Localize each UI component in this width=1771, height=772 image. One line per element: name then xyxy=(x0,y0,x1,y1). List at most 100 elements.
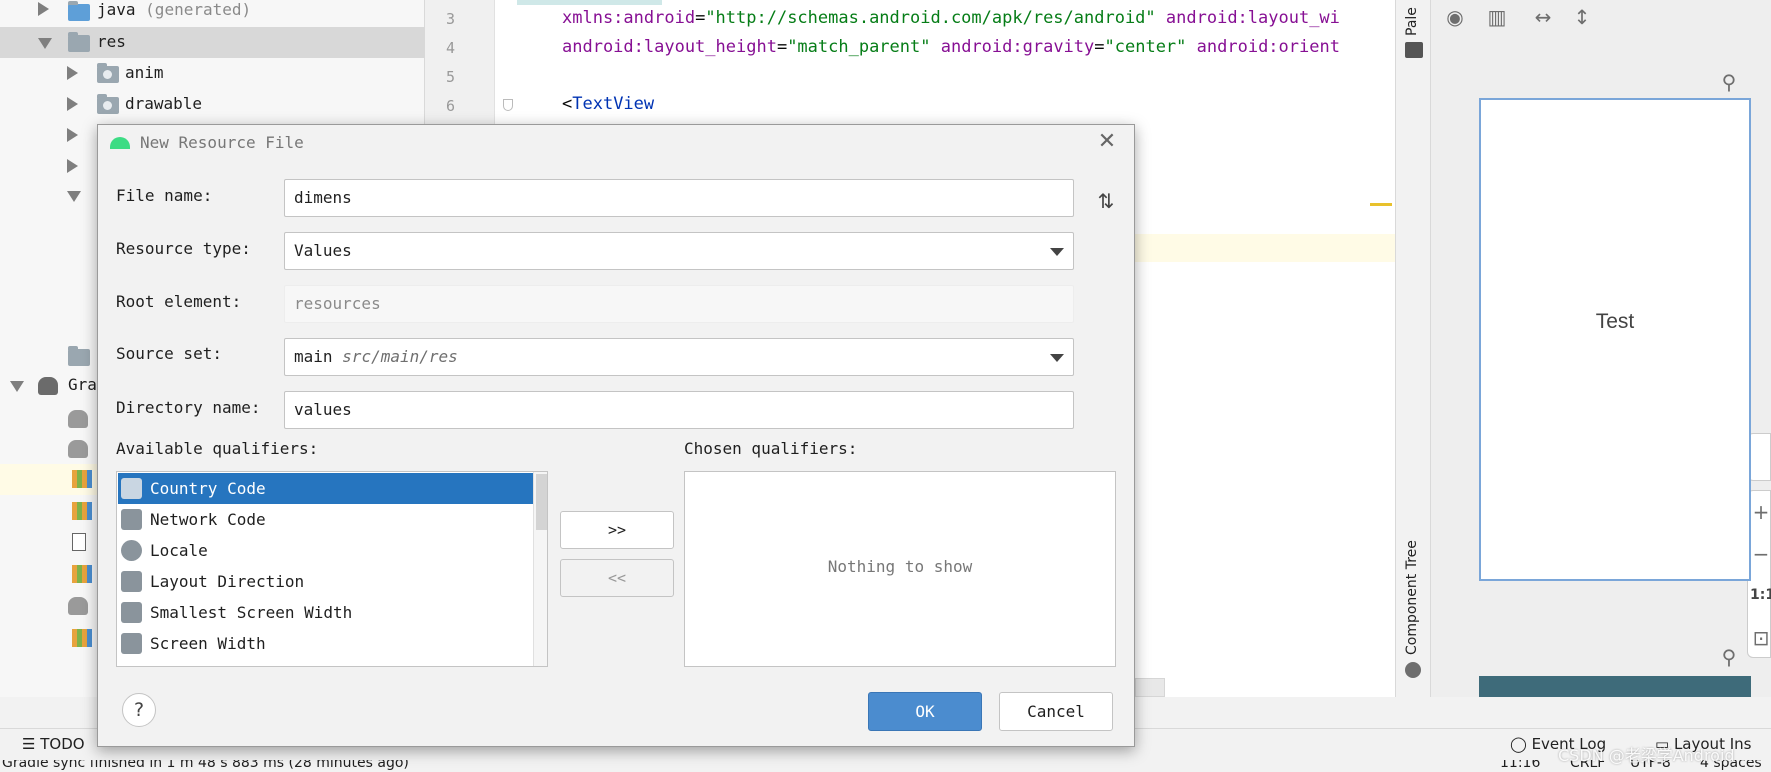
watermark: CSDN @老梁学Android xyxy=(1558,746,1735,765)
current-line-highlight xyxy=(1130,234,1395,262)
properties-file-icon xyxy=(72,502,92,520)
smallest-width-icon xyxy=(121,602,142,623)
caret-position[interactable]: 11:16 xyxy=(1500,760,1540,771)
preview-textview[interactable]: Test xyxy=(1481,310,1749,334)
tree-item-drawable[interactable]: drawable xyxy=(0,89,425,120)
source-set-select[interactable]: main src/main/res xyxy=(284,338,1074,376)
add-qualifier-button[interactable]: >> xyxy=(560,511,674,549)
source-set-value: main xyxy=(294,347,333,366)
list-item[interactable]: Network Code xyxy=(118,504,534,535)
expand-arrow-icon[interactable] xyxy=(67,159,78,173)
list-item[interactable]: Smallest Screen Width xyxy=(118,597,534,628)
pin-icon[interactable]: ⚲ xyxy=(1717,645,1741,669)
file-name-field[interactable]: dimens xyxy=(284,179,1074,217)
android-icon xyxy=(110,137,130,149)
ok-button[interactable]: OK xyxy=(868,692,982,731)
chosen-qualifiers-label: Chosen qualifiers: xyxy=(684,439,858,458)
source-set-path: src/main/res xyxy=(342,347,458,366)
chosen-qualifiers-list[interactable]: Nothing to show xyxy=(684,471,1116,667)
resource-type-value: Values xyxy=(294,241,352,260)
properties-file-icon xyxy=(72,565,92,583)
tree-item-label: Gra xyxy=(68,375,97,394)
component-tree-tab[interactable]: Component Tree xyxy=(1404,540,1420,655)
editor-scrollbar[interactable] xyxy=(1135,678,1165,697)
tree-item-label: anim xyxy=(125,63,164,82)
zoom-out-icon[interactable]: − xyxy=(1749,542,1771,566)
list-item-label: Network Code xyxy=(150,510,266,529)
list-scrollbar[interactable] xyxy=(533,472,547,666)
directory-name-field[interactable]: values xyxy=(284,391,1074,429)
empty-state-text: Nothing to show xyxy=(827,557,973,576)
palette-icon[interactable] xyxy=(1405,42,1423,58)
expand-arrow-icon[interactable] xyxy=(67,128,78,142)
tree-item-java-generated[interactable]: java (generated) xyxy=(0,0,425,27)
tree-item-res[interactable]: res xyxy=(0,27,425,58)
device-screen[interactable]: Test xyxy=(1479,98,1751,581)
available-qualifiers-list[interactable]: Country Code Network Code Locale Layout … xyxy=(116,471,548,667)
code-line-6: <TextView xyxy=(562,94,655,114)
text-file-icon xyxy=(72,533,86,551)
list-item-label: Screen Width xyxy=(150,634,266,653)
list-item-label: Smallest Screen Width xyxy=(150,603,353,622)
close-icon[interactable]: ✕ xyxy=(1094,129,1120,155)
sort-icon[interactable]: ⇅ xyxy=(1092,187,1120,215)
tree-item-label: java xyxy=(97,0,136,19)
list-item[interactable]: Layout Direction xyxy=(118,566,534,597)
cancel-button[interactable]: Cancel xyxy=(999,692,1113,731)
gradle-file-icon xyxy=(68,410,88,428)
scrollbar-thumb[interactable] xyxy=(536,474,547,530)
device-screen-secondary[interactable] xyxy=(1479,676,1751,697)
layout-direction-icon xyxy=(121,571,142,592)
vertical-resize-icon[interactable]: ↕ xyxy=(1570,5,1594,29)
expand-arrow-icon[interactable] xyxy=(67,66,78,80)
dialog-title: New Resource File xyxy=(140,133,304,152)
collapse-arrow-icon[interactable] xyxy=(38,38,52,49)
new-resource-file-dialog: New Resource File ✕ File name: dimens ⇅ … xyxy=(97,124,1135,747)
java-folder-icon xyxy=(68,1,90,21)
list-item[interactable]: Locale xyxy=(118,535,534,566)
resource-type-select[interactable]: Values xyxy=(284,232,1074,270)
root-element-field: resources xyxy=(284,285,1074,323)
directory-name-value: values xyxy=(294,400,352,419)
status-message[interactable]: Gradle sync finished in 1 m 48 s 883 ms … xyxy=(2,760,409,771)
folder-icon xyxy=(97,63,119,83)
file-name-value: dimens xyxy=(294,188,352,207)
folder-icon xyxy=(68,346,90,366)
country-code-icon xyxy=(121,478,142,499)
file-name-label: File name: xyxy=(116,186,213,205)
collapse-arrow-icon[interactable] xyxy=(10,381,24,392)
res-folder-icon xyxy=(68,32,90,52)
tree-item-anim[interactable]: anim xyxy=(0,58,425,89)
line-number: 6 xyxy=(445,97,455,115)
fold-icon[interactable] xyxy=(503,99,513,111)
globe-icon xyxy=(1405,662,1421,678)
side-tool-strip: Pale Component Tree xyxy=(1395,0,1431,697)
collapse-arrow-icon[interactable] xyxy=(67,191,81,202)
remove-qualifier-button[interactable]: << xyxy=(560,559,674,597)
gradle-file-icon xyxy=(68,597,88,615)
zoom-fit-icon[interactable]: ⊡ xyxy=(1749,626,1771,650)
gradle-icon xyxy=(38,377,58,395)
help-button[interactable]: ? xyxy=(122,693,156,727)
root-element-value: resources xyxy=(294,294,381,313)
palette-tab[interactable]: Pale xyxy=(1404,7,1420,36)
root-element-label: Root element: xyxy=(116,292,242,311)
line-number: 4 xyxy=(445,39,455,57)
properties-file-icon xyxy=(72,470,92,488)
pin-icon[interactable]: ⚲ xyxy=(1717,70,1741,94)
list-item[interactable]: Country Code xyxy=(118,473,534,504)
tree-item-label: drawable xyxy=(125,94,203,113)
expand-arrow-icon[interactable] xyxy=(38,2,49,16)
eye-icon[interactable]: ◉ xyxy=(1443,5,1467,29)
zoom-in-icon[interactable]: + xyxy=(1749,500,1771,524)
expand-arrow-icon[interactable] xyxy=(67,97,78,111)
globe-icon xyxy=(121,540,142,561)
status-bar: Gradle sync finished in 1 m 48 s 883 ms … xyxy=(0,760,1771,772)
columns-icon[interactable]: ▥ xyxy=(1485,5,1509,29)
warning-marker xyxy=(1370,203,1392,206)
zoom-actual-size-button[interactable]: 1:1 xyxy=(1750,587,1771,603)
directory-name-label: Directory name: xyxy=(116,398,261,417)
todo-tab[interactable]: ☰ TODO xyxy=(22,735,85,753)
horizontal-resize-icon[interactable]: ↔ xyxy=(1531,5,1555,29)
list-item[interactable]: Screen Width xyxy=(118,628,534,659)
